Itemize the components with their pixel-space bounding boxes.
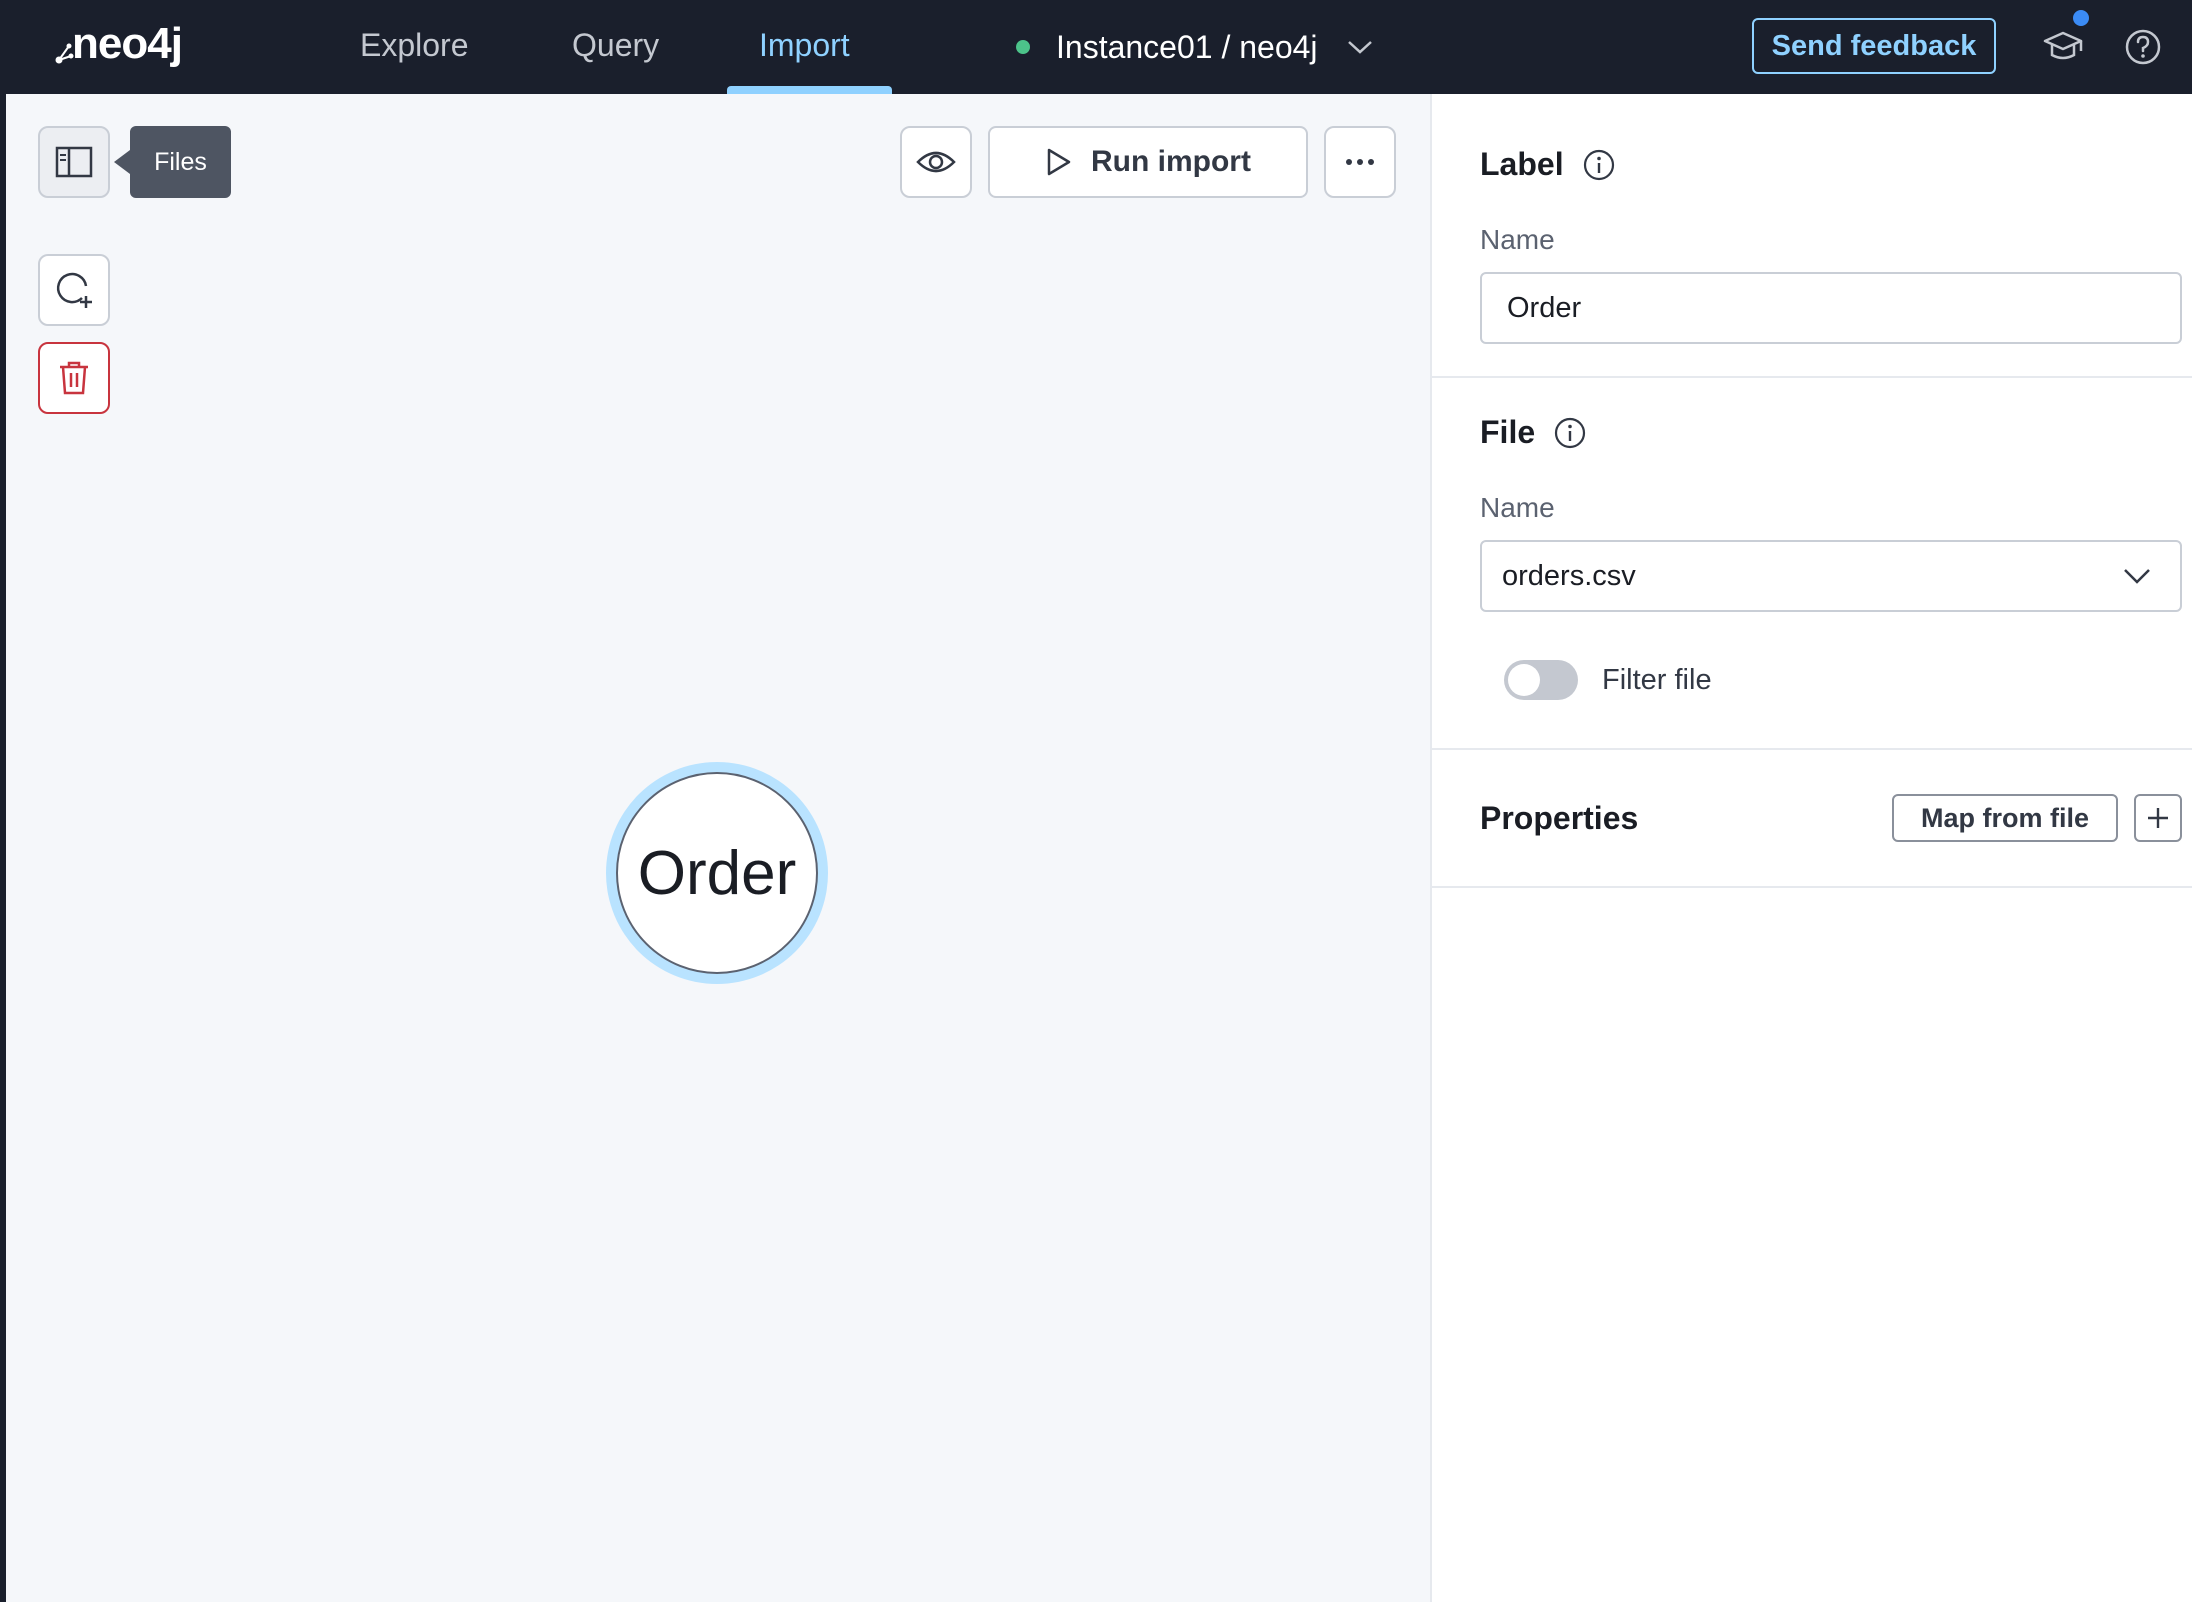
app-logo[interactable]: neo4j — [72, 18, 183, 70]
section-divider — [1432, 748, 2192, 750]
top-bar: neo4j Explore Query Import Instance01 / … — [0, 0, 2192, 94]
file-section-title: File — [1480, 414, 1587, 451]
preview-button[interactable] — [900, 126, 972, 198]
files-tooltip: Files — [130, 126, 231, 198]
label-section-heading: Label — [1480, 146, 1564, 182]
graph-node-order[interactable]: Order — [606, 762, 828, 984]
trash-icon — [60, 361, 88, 395]
help-circle-icon[interactable] — [2120, 24, 2166, 70]
node-label: Order — [616, 772, 818, 974]
eye-icon — [916, 151, 956, 173]
toggle-knob — [1508, 664, 1540, 696]
connection-status-dot — [1016, 40, 1030, 54]
add-node-button[interactable] — [38, 254, 110, 326]
filter-file-label: Filter file — [1602, 664, 1712, 696]
add-property-button[interactable] — [2134, 794, 2182, 842]
properties-section-title: Properties — [1480, 800, 1638, 837]
chevron-down-icon — [1347, 41, 1372, 54]
files-panel-toggle-button[interactable] — [38, 126, 110, 198]
tab-import[interactable]: Import — [759, 0, 850, 94]
info-icon[interactable] — [1582, 148, 1616, 182]
graduation-cap-icon[interactable] — [2040, 24, 2086, 70]
active-tab-indicator — [727, 86, 892, 94]
run-import-label: Run import — [1091, 145, 1251, 178]
run-import-button[interactable]: Run import — [988, 126, 1308, 198]
more-options-button[interactable] — [1324, 126, 1396, 198]
section-divider — [1432, 376, 2192, 378]
sidebar-panel-icon — [55, 146, 93, 178]
label-name-field-label: Name — [1480, 224, 1555, 255]
label-section-title: Label — [1480, 146, 1616, 183]
send-feedback-button[interactable]: Send feedback — [1752, 18, 1996, 74]
map-from-file-button[interactable]: Map from file — [1892, 794, 2118, 842]
notification-dot — [2073, 10, 2089, 26]
file-select-value: orders.csv — [1502, 559, 1636, 592]
info-icon[interactable] — [1553, 416, 1587, 450]
tooltip-arrow — [114, 150, 130, 174]
label-name-input[interactable] — [1480, 272, 2182, 344]
file-name-field-label: Name — [1480, 492, 1555, 523]
properties-panel: Label Name File Name orders.csv Filter f… — [1430, 94, 2192, 1602]
delete-button[interactable] — [38, 342, 110, 414]
file-section-heading: File — [1480, 414, 1536, 450]
play-icon — [1047, 148, 1071, 176]
properties-section-heading: Properties — [1480, 800, 1639, 836]
file-select[interactable]: orders.csv — [1480, 540, 2182, 612]
instance-label: Instance01 / neo4j — [1056, 28, 1318, 65]
add-node-icon — [56, 272, 92, 308]
tab-query[interactable]: Query — [572, 0, 659, 94]
instance-selector[interactable]: Instance01 / neo4j — [1016, 0, 1374, 94]
section-divider — [1432, 886, 2192, 888]
filter-file-toggle[interactable] — [1504, 660, 1578, 700]
more-horizontal-icon — [1346, 159, 1374, 165]
chevron-down-icon — [2124, 569, 2150, 584]
plus-icon — [2148, 808, 2168, 828]
tab-explore[interactable]: Explore — [360, 0, 469, 94]
